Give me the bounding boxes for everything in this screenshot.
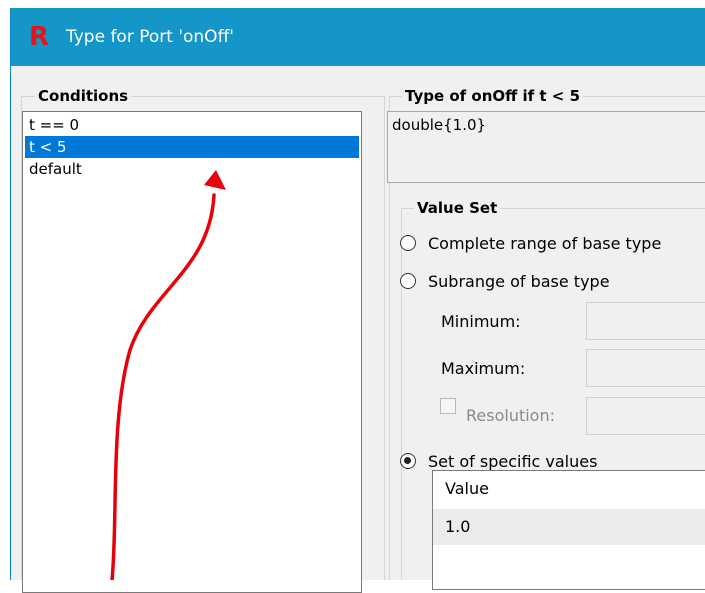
radio-complete-range[interactable]: Complete range of base type <box>400 233 705 257</box>
radio-button[interactable] <box>400 273 416 289</box>
list-item-label: default <box>29 160 82 178</box>
resolution-field[interactable] <box>586 397 705 435</box>
resolution-checkbox[interactable] <box>440 398 456 414</box>
list-item[interactable]: t == 0 <box>25 114 359 136</box>
radio-label: Subrange of base type <box>428 272 610 291</box>
list-item[interactable]: default <box>25 158 359 180</box>
radio-button[interactable] <box>400 235 416 251</box>
minimum-label: Minimum: <box>441 312 521 331</box>
list-item-label: t < 5 <box>29 138 67 156</box>
list-item-label: t == 0 <box>29 116 80 134</box>
app-logo: R <box>29 22 50 52</box>
radio-dot <box>404 457 411 464</box>
values-table[interactable]: Value 1.0 <box>432 470 705 590</box>
value-set-label: Value Set <box>414 198 501 218</box>
window-title: Type for Port 'onOff' <box>66 27 234 47</box>
table-row[interactable]: 1.0 <box>433 509 705 545</box>
list-item-selected[interactable]: t < 5 <box>25 136 359 158</box>
conditions-label: Conditions <box>35 86 132 106</box>
title-bar[interactable]: R Type for Port 'onOff' <box>11 8 705 66</box>
radio-label: Complete range of base type <box>428 234 662 253</box>
type-value-text: double{1.0} <box>392 116 487 134</box>
table-header: Value <box>445 479 489 498</box>
maximum-label: Maximum: <box>441 359 526 378</box>
radio-button[interactable] <box>400 453 416 469</box>
radio-subrange[interactable]: Subrange of base type <box>400 271 705 295</box>
type-value-field[interactable]: double{1.0} <box>387 111 705 183</box>
maximum-field[interactable] <box>586 349 705 387</box>
resolution-label: Resolution: <box>466 406 555 425</box>
table-cell: 1.0 <box>445 517 471 536</box>
type-section-label: Type of onOff if t < 5 <box>402 86 584 106</box>
minimum-field[interactable] <box>586 302 705 340</box>
conditions-list[interactable]: t == 0 t < 5 default <box>22 111 362 593</box>
